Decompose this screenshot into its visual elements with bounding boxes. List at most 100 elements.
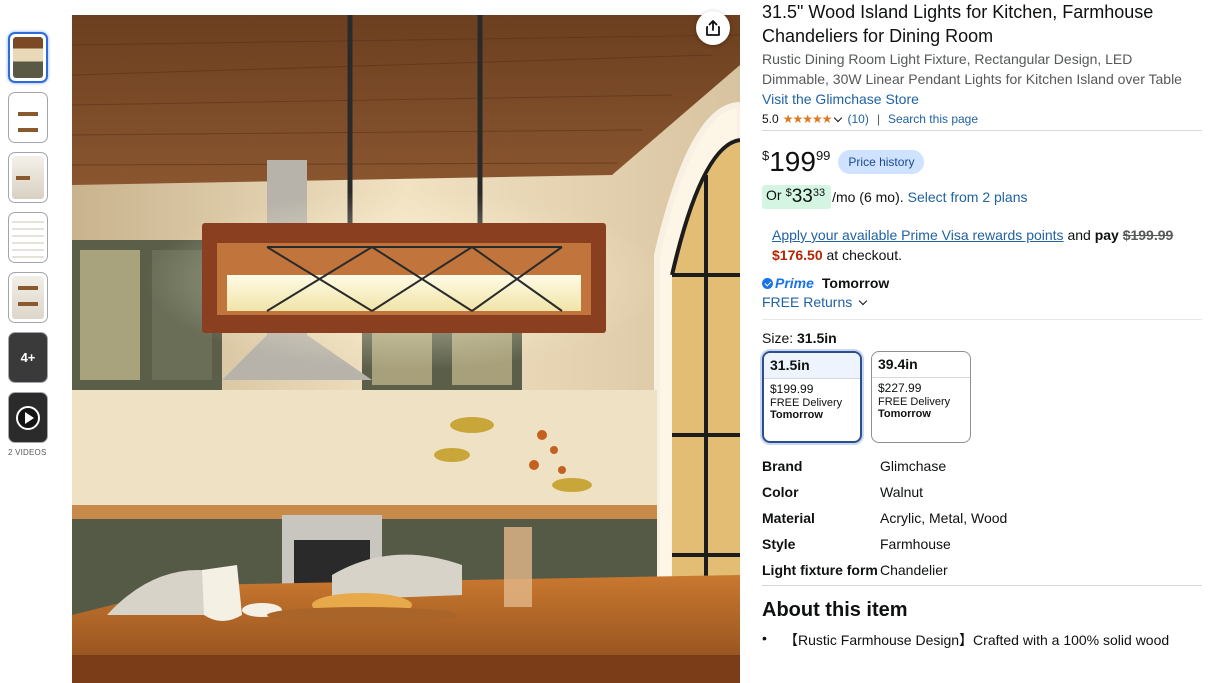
thumbnail-strip: 4+ 2 VIDEOS <box>8 32 48 457</box>
delivery-day: Tomorrow <box>821 275 890 291</box>
search-page-link[interactable]: Search this page <box>888 112 978 126</box>
about-title: About this item <box>762 599 908 621</box>
prime-check-icon <box>762 277 773 289</box>
thumbnail-image-5[interactable] <box>8 272 48 323</box>
price-history-button[interactable]: Price history <box>838 150 925 174</box>
monthly-payment-row: Or $ 33 33 /mo (6 mo). Select from 2 pla… <box>762 183 1202 211</box>
thumbnail-image-4[interactable] <box>8 212 48 263</box>
visa-rewards-text: Apply your available Prime Visa rewards … <box>772 227 1064 243</box>
spec-row-style: Style Farmhouse <box>762 534 1202 554</box>
main-product-image[interactable] <box>72 15 740 683</box>
visa-rewards-link[interactable]: Apply your available Prime Visa rewards … <box>772 227 1064 243</box>
store-link[interactable]: Visit the Glimchase Store <box>762 89 1202 109</box>
spec-row-brand: Brand Glimchase <box>762 456 1202 476</box>
thumbnail-image-2[interactable] <box>8 92 48 143</box>
size-option-31-5in[interactable]: 31.5in $199.99 FREE Delivery Tomorrow <box>762 351 862 443</box>
and-text: and <box>1067 227 1091 243</box>
more-images-thumbnail[interactable]: 4+ <box>8 332 48 383</box>
thumbnail-fixture <box>18 302 38 306</box>
size-option-day: Tomorrow <box>770 409 823 421</box>
chevron-down-icon[interactable] <box>859 296 868 305</box>
size-label-text: Size: <box>762 330 794 346</box>
monthly-suffix: /mo (6 mo). <box>832 189 904 205</box>
monthly-fraction: 33 <box>812 187 826 199</box>
product-title: 31.5" Wood Island Lights for Kitchen, Fa… <box>762 2 1154 46</box>
spec-row-fixture-form: Light fixture form Chandelier <box>762 560 1202 580</box>
spec-key: Color <box>762 484 799 500</box>
about-bullet: 【Rustic Farmhouse Design】Crafted with a … <box>762 630 1202 650</box>
thumbnail-fixture <box>18 286 38 290</box>
vase <box>504 527 532 607</box>
thumbnail-image-1[interactable] <box>8 32 48 83</box>
size-option-price: $227.99 <box>878 381 922 395</box>
spec-key: Style <box>762 536 796 552</box>
rating-row: 5.0 ★★★★★ (10) | Search this page <box>762 111 1202 131</box>
size-label: Size: 31.5in <box>762 330 1202 346</box>
spec-row-color: Color Walnut <box>762 482 1202 502</box>
star-rating-icon[interactable]: ★★★★★ <box>783 112 833 126</box>
prime-label: Prime <box>775 275 814 291</box>
rating-value: 5.0 <box>762 112 779 126</box>
price-whole: 199 <box>769 146 816 177</box>
thumbnail-fixture <box>16 176 30 180</box>
thumbnail-picture <box>12 96 44 139</box>
thumbnail-fixture <box>18 112 38 116</box>
thumbnail-picture <box>13 37 43 78</box>
checkout-text: at checkout. <box>826 247 903 263</box>
spec-key: Light fixture form <box>762 562 878 578</box>
spec-row-material: Material Acrylic, Metal, Wood <box>762 508 1202 528</box>
monthly-whole: 33 <box>791 186 813 207</box>
pitcher <box>202 565 242 621</box>
price-symbol: $ <box>762 147 770 163</box>
spec-key: Material <box>762 510 815 526</box>
share-icon <box>706 20 720 36</box>
share-button[interactable] <box>696 11 730 45</box>
spec-value: Acrylic, Metal, Wood <box>880 510 1008 526</box>
select-plans-link[interactable]: Select from 2 plans <box>908 189 1028 205</box>
price-fraction: 99 <box>815 147 831 163</box>
thumbnail-picture <box>12 216 44 259</box>
about-list: 【Rustic Farmhouse Design】Crafted with a … <box>762 630 1202 650</box>
monthly-price-pill: Or $ 33 33 <box>762 185 832 209</box>
separator: | <box>876 112 880 126</box>
chevron-down-icon[interactable] <box>834 113 843 122</box>
video-thumbnail[interactable] <box>8 392 48 443</box>
spec-key: Brand <box>762 458 803 474</box>
spec-value: Walnut <box>880 484 924 500</box>
thumbnail-image-3[interactable] <box>8 152 48 203</box>
monthly-prefix: Or <box>766 187 782 203</box>
free-returns-row[interactable]: FREE Returns <box>762 294 1202 310</box>
spec-value: Chandelier <box>880 562 948 578</box>
price-row: $ 199 99 Price history <box>762 146 1202 178</box>
thumbnail-picture <box>12 156 44 199</box>
spec-value: Farmhouse <box>880 536 951 552</box>
videos-label: 2 VIDEOS <box>8 448 47 457</box>
size-option-price: $199.99 <box>770 382 814 396</box>
size-selected: 31.5in <box>797 330 837 346</box>
product-subtitle: Rustic Dining Room Light Fixture, Rectan… <box>762 51 1182 87</box>
chandelier-light-bar <box>227 275 581 311</box>
free-returns-link[interactable]: FREE Returns <box>762 294 852 310</box>
more-images-count: 4+ <box>20 350 36 365</box>
size-option-39-4in[interactable]: 39.4in $227.99 FREE Delivery Tomorrow <box>871 351 971 443</box>
spec-value: Glimchase <box>880 458 947 474</box>
product-details: 31.5" Wood Island Lights for Kitchen, Fa… <box>762 0 1202 650</box>
pay-text: pay <box>1094 227 1119 243</box>
size-options: 31.5in $199.99 FREE Delivery Tomorrow 39… <box>762 351 1202 443</box>
old-price: $199.99 <box>1122 227 1174 243</box>
kitchen-scene-image <box>72 15 740 683</box>
size-option-delivery: FREE Delivery <box>770 397 843 409</box>
thumbnail-picture <box>12 276 44 319</box>
product-specs: Brand Glimchase Color Walnut Material Ac… <box>762 456 1202 580</box>
rating-count-link[interactable]: (10) <box>847 112 868 126</box>
size-option-delivery: FREE Delivery <box>878 396 951 408</box>
play-icon <box>16 405 40 430</box>
thumbnail-fixture <box>18 128 38 132</box>
size-option-day: Tomorrow <box>878 408 931 420</box>
size-option-name: 31.5in <box>764 353 860 379</box>
prime-delivery-row: Prime Tomorrow <box>762 275 1202 291</box>
visa-rewards-block: Apply your available Prime Visa rewards … <box>772 225 1202 265</box>
size-option-name: 39.4in <box>872 352 970 378</box>
divider <box>762 319 1202 320</box>
discounted-price: $176.50 <box>772 247 823 263</box>
